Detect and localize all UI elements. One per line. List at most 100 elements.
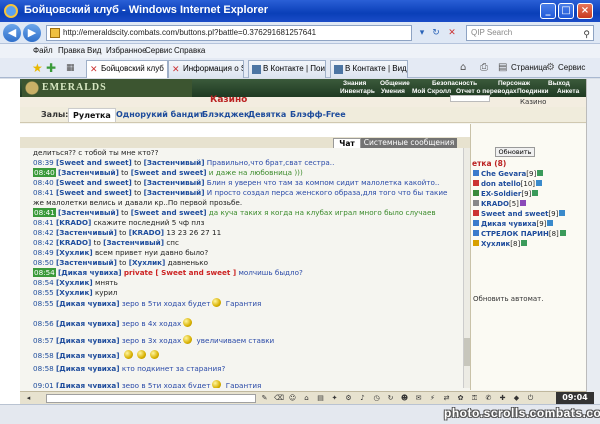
sound-icon[interactable]: ♪	[358, 394, 367, 403]
info-icon[interactable]	[519, 200, 526, 206]
tab-list-icon[interactable]: ▦	[66, 63, 75, 73]
exit-icon[interactable]: ⏻	[526, 394, 535, 403]
message-recipient[interactable]: to [Sweet and sweet]	[121, 168, 206, 177]
gift-icon[interactable]: ✚	[498, 394, 507, 403]
sender-name[interactable]: [KRADO]	[56, 218, 91, 227]
info-icon[interactable]	[521, 240, 528, 246]
game-bandit[interactable]: Однорукий бандит	[116, 110, 204, 119]
message-recipient[interactable]: to [Застенчивый]	[94, 238, 164, 247]
page-menu[interactable]: Страница	[511, 63, 547, 72]
send-icon[interactable]: ✎	[260, 394, 269, 403]
trade-icon[interactable]: ⇄	[442, 394, 451, 403]
message-recipient[interactable]: to [KRADO]	[119, 228, 164, 237]
page-icon[interactable]: ▤	[498, 62, 507, 73]
sender-name[interactable]: [Застенчивый]	[58, 168, 119, 177]
user-entry[interactable]: KRADO[5]	[473, 200, 526, 208]
sender-name[interactable]: [Дикая чувиха]	[56, 381, 120, 388]
user-entry[interactable]: Дикая чувиха[9]	[473, 220, 554, 228]
sender-name[interactable]: [Застенчивый]	[56, 228, 117, 237]
refresh-button[interactable]: Обновить	[495, 147, 535, 157]
nav-skills[interactable]: Умения	[381, 88, 405, 95]
user-name[interactable]: Sweet and sweet	[481, 210, 548, 218]
user-name[interactable]: EX-Soldier	[481, 190, 521, 198]
sender-name[interactable]: [Хухлик]	[56, 248, 93, 257]
tab-vk-video[interactable]: В Контакте | Видео	[330, 60, 408, 78]
back-arrow-icon[interactable]: ◀	[3, 24, 21, 42]
mail-icon[interactable]: ✉	[414, 394, 423, 403]
lock-icon[interactable]: ⚿	[470, 394, 479, 403]
sender-name[interactable]: [Sweet and sweet]	[56, 188, 132, 197]
user-entry[interactable]: EX-Soldier[9]	[473, 190, 539, 198]
message-recipient[interactable]: to [Хухлик]	[119, 258, 165, 267]
time-icon[interactable]: ◷	[372, 394, 381, 403]
info-icon[interactable]	[537, 170, 544, 176]
forward-arrow-icon[interactable]: ▶	[23, 24, 41, 42]
menu-tools[interactable]: Сервис	[145, 46, 172, 55]
menu-file[interactable]: Файл	[33, 46, 53, 55]
settings-icon[interactable]: ⚙	[344, 394, 353, 403]
pin-icon[interactable]: ✿	[456, 394, 465, 403]
tab-chat[interactable]: Чат	[333, 138, 361, 148]
clear-icon[interactable]: ⌫	[274, 394, 284, 403]
sender-name[interactable]: [Sweet and sweet]	[56, 158, 132, 167]
browser-scrollbar[interactable]	[586, 79, 600, 404]
filter-icon[interactable]: ⌂	[302, 394, 311, 403]
print-icon[interactable]: ⎙	[480, 62, 488, 73]
game-blackjack[interactable]: Блэкджек	[202, 110, 249, 119]
sender-name[interactable]: [Застенчивый]	[56, 258, 117, 267]
chat-message-input[interactable]	[46, 394, 256, 403]
info-icon[interactable]	[547, 220, 554, 226]
maximize-button[interactable]: □	[558, 3, 574, 19]
chat-scrollbar[interactable]	[463, 148, 470, 388]
sender-name[interactable]: [Дикая чувиха]	[58, 268, 122, 277]
tab-vk-search[interactable]: В Контакте | Поиск	[248, 60, 326, 78]
user-name[interactable]: Хухлик	[481, 240, 510, 248]
game-nine[interactable]: Девятка	[248, 110, 286, 119]
message-recipient[interactable]: to [Застенчивый]	[134, 158, 204, 167]
info-icon[interactable]	[532, 190, 539, 196]
sender-name[interactable]: [Sweet and sweet]	[56, 178, 132, 187]
smiley-icon[interactable]: ☻	[400, 394, 409, 403]
nav-transfers[interactable]: Отчет о переводах	[456, 88, 517, 95]
search-input[interactable]: QIP Search ⚲	[466, 25, 594, 41]
menu-help[interactable]: Справка	[174, 46, 205, 55]
nav-knowledge[interactable]: Знания	[343, 80, 366, 87]
user-entry[interactable]: don atello[10]	[473, 180, 543, 188]
nav-inventory[interactable]: Инвентарь	[340, 88, 375, 95]
info-icon[interactable]	[536, 180, 543, 186]
tab-system-messages[interactable]: Системные сообщения	[361, 138, 457, 148]
sender-name[interactable]: [Дикая чувиха]	[56, 319, 120, 328]
user-entry[interactable]: Che Gevara[9]	[473, 170, 544, 178]
refresh-icon[interactable]: ↻	[430, 27, 442, 39]
nav-battles[interactable]: Поединки	[517, 88, 549, 95]
log-icon[interactable]: ▤	[316, 394, 325, 403]
user-name[interactable]: СТРЕЛОК ПАРИН	[481, 230, 549, 238]
info-icon[interactable]	[559, 230, 566, 236]
tools-menu[interactable]: Сервис	[558, 63, 585, 72]
close-button[interactable]: ×	[577, 3, 593, 19]
tab-info[interactable]: ✕ Информация о Swee...	[168, 60, 244, 78]
dropdown-arrow-icon[interactable]: ▾	[416, 27, 428, 39]
user-entry[interactable]: Sweet and sweet[9]	[473, 210, 566, 218]
menu-favorites[interactable]: Избранное	[106, 46, 147, 55]
nav-my-scroll[interactable]: Мой Скролл	[412, 88, 451, 95]
sender-name[interactable]: [Застенчивый]	[58, 208, 119, 217]
hide-icon[interactable]: ◆	[512, 394, 521, 403]
url-field[interactable]: http://emeraldscity.combats.com/buttons.…	[46, 25, 412, 41]
highlight-icon[interactable]: ✦	[330, 394, 339, 403]
casino-link[interactable]: Казино	[520, 98, 546, 106]
tools-gear-icon[interactable]: ⚙	[546, 62, 555, 73]
speed-icon[interactable]: ⚡	[428, 394, 437, 403]
user-name[interactable]: Che Gevara	[481, 170, 526, 178]
user-name[interactable]: don atello	[481, 180, 521, 188]
favorites-star-icon[interactable]: ★	[32, 61, 43, 75]
game-bluff[interactable]: Блэфф-Free	[290, 110, 346, 119]
nav-exit[interactable]: Выход	[548, 80, 570, 87]
info-icon[interactable]	[559, 210, 566, 216]
home-icon[interactable]: ⌂	[460, 62, 466, 73]
menu-view[interactable]: Вид	[87, 46, 101, 55]
stop-icon[interactable]: ✕	[446, 27, 458, 39]
minimize-button[interactable]: _	[540, 3, 556, 19]
nav-profile[interactable]: Анкета	[557, 88, 579, 95]
nav-character[interactable]: Персонаж	[498, 80, 530, 87]
